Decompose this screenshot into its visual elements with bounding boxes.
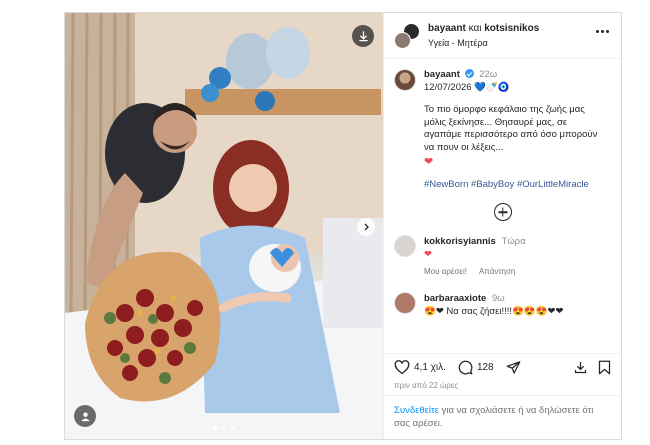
post-card: bayaant και kotsisnikos Υγεία - Μητέρα b… bbox=[64, 12, 622, 440]
likes-count[interactable]: 4,1 χιλ. bbox=[414, 362, 446, 373]
share-icon bbox=[506, 361, 520, 374]
list-item: barbaraaxiote 9ω 😍❤ Να σας ζήσει!!!!😍😍😍❤… bbox=[394, 292, 611, 318]
reply-button[interactable]: Απάντηση bbox=[479, 265, 515, 278]
header-users: bayaant και kotsisnikos bbox=[428, 22, 539, 36]
comment-time: 9ω bbox=[491, 293, 505, 304]
comment-text: ❤ bbox=[424, 249, 432, 260]
post-timestamp: πριν από 22 ώρες bbox=[394, 381, 459, 390]
download-button[interactable] bbox=[352, 25, 374, 47]
caption-heart: ❤ bbox=[424, 156, 434, 168]
chevron-right-icon bbox=[364, 223, 369, 231]
post-header: bayaant και kotsisnikos Υγεία - Μητέρα bbox=[384, 13, 621, 59]
post-sidebar: bayaant και kotsisnikos Υγεία - Μητέρα b… bbox=[383, 13, 621, 439]
avatar bbox=[394, 31, 411, 49]
login-prompt: Συνδεθείτε για να σχολιάσετε ή να δηλώσε… bbox=[384, 395, 621, 439]
header-text: bayaant και kotsisnikos Υγεία - Μητέρα bbox=[428, 22, 539, 50]
caption: bayaant 22ω 12/07/2026 💙🍼🧿 Το πιο όμορφο… bbox=[394, 69, 611, 191]
post-media[interactable] bbox=[65, 13, 383, 439]
avatar[interactable] bbox=[394, 69, 416, 91]
share-button[interactable] bbox=[506, 360, 525, 375]
caption-text: Το πιο όμορφο κεφάλαιο της ζωής μας μόλι… bbox=[424, 104, 598, 153]
actions-bar: 4,1 χιλ. 128 πριν από 22 ώρες bbox=[384, 353, 621, 395]
carousel-dot bbox=[221, 425, 227, 430]
header-joiner: και bbox=[468, 22, 482, 34]
like-comment-button[interactable]: Μου αρέσει! bbox=[424, 265, 467, 278]
avatar[interactable] bbox=[394, 292, 416, 314]
collab-avatars[interactable] bbox=[394, 22, 420, 49]
bookmark-icon[interactable] bbox=[598, 360, 611, 375]
header-user-1[interactable]: bayaant bbox=[428, 23, 466, 34]
avatar[interactable] bbox=[394, 235, 416, 257]
comment-username[interactable]: barbaraaxiote bbox=[424, 293, 486, 304]
location-link[interactable]: Υγεία - Μητέρα bbox=[428, 36, 539, 50]
comments-count: 128 bbox=[476, 362, 494, 373]
carousel-dot bbox=[212, 425, 218, 430]
comment-time: Τώρα bbox=[501, 236, 526, 247]
download-icon bbox=[358, 30, 368, 41]
like-button[interactable]: 4,1 χιλ. bbox=[394, 360, 446, 375]
user-tag-icon bbox=[80, 411, 90, 421]
hashtags[interactable]: #NewBorn #BabyBoy #OurLittleMiracle bbox=[424, 179, 602, 192]
carousel-dot bbox=[230, 425, 236, 430]
tagged-users-button[interactable] bbox=[74, 405, 96, 427]
comment-icon bbox=[458, 360, 473, 375]
verified-badge-icon bbox=[464, 69, 474, 78]
header-user-2[interactable]: kotsisnikos bbox=[484, 23, 539, 34]
carousel-indicator bbox=[212, 425, 236, 430]
list-item: kokkorisyiannis Τώρα ❤ Μου αρέσει! Απάντ… bbox=[394, 235, 611, 278]
load-more-comments-button[interactable] bbox=[493, 203, 512, 221]
more-options-icon[interactable] bbox=[596, 30, 609, 33]
caption-date: 12/07/2026 bbox=[424, 81, 472, 93]
heart-icon bbox=[394, 360, 410, 375]
login-link[interactable]: Συνδεθείτε bbox=[394, 405, 439, 416]
caption-time: 22ω bbox=[479, 69, 498, 80]
next-image-button[interactable] bbox=[357, 218, 375, 236]
caption-date-emojis: 💙🍼🧿 bbox=[474, 81, 510, 93]
comments-section: bayaant 22ω 12/07/2026 💙🍼🧿 Το πιο όμορφο… bbox=[384, 59, 621, 353]
repost-icon[interactable] bbox=[573, 360, 588, 375]
comment-username[interactable]: kokkorisyiannis bbox=[424, 236, 496, 247]
comment-button[interactable]: 128 bbox=[458, 360, 494, 375]
comment-text: 😍❤ Να σας ζήσει!!!!😍😍😍❤❤ bbox=[424, 306, 564, 317]
caption-username[interactable]: bayaant bbox=[424, 69, 460, 80]
hospital-photo bbox=[65, 13, 383, 439]
